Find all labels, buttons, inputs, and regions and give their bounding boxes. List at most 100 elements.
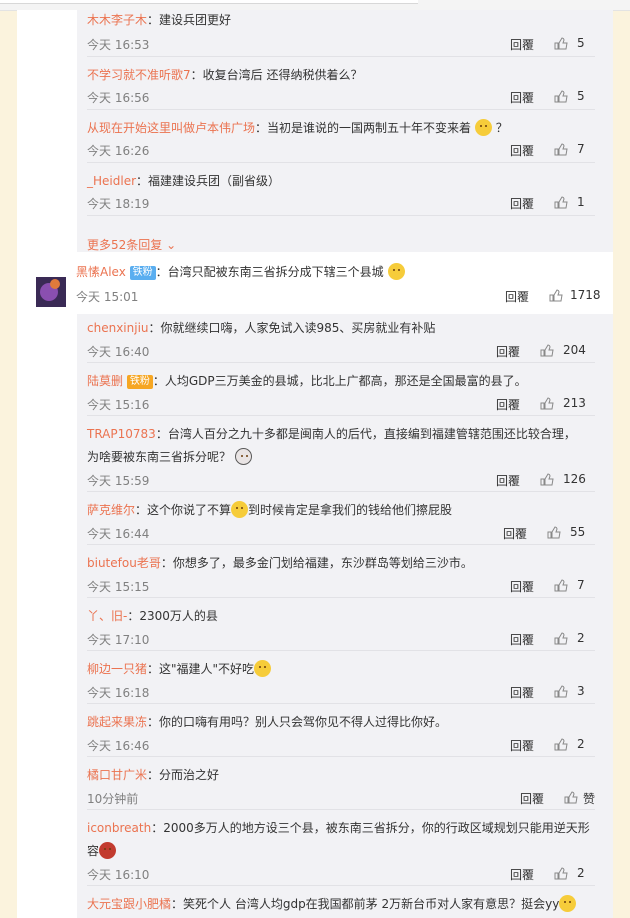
- reply-button[interactable]: 回覆: [510, 142, 534, 159]
- username-link[interactable]: chenxinjiu: [87, 321, 149, 335]
- chevron-down-icon: ⌄: [166, 238, 177, 252]
- thumbs-up-icon[interactable]: [540, 473, 554, 486]
- username-link[interactable]: 陆莫删: [87, 374, 123, 388]
- username-link[interactable]: 木木李子木: [87, 13, 147, 27]
- like-count: 7: [577, 142, 585, 156]
- thumbs-up-icon[interactable]: [554, 37, 568, 50]
- reply-button[interactable]: 回覆: [510, 89, 534, 106]
- avatar[interactable]: [36, 277, 66, 307]
- emoji-icon: [254, 660, 272, 677]
- thumbs-up-icon[interactable]: [564, 791, 578, 804]
- username-link[interactable]: 萨克维尔: [87, 503, 135, 517]
- timestamp: 10分钟前: [87, 792, 139, 806]
- timestamp: 今天 18:19: [87, 197, 150, 211]
- like-count: 7: [577, 578, 585, 592]
- thumbs-up-icon[interactable]: [554, 143, 568, 156]
- thumbs-up-icon[interactable]: [554, 196, 568, 209]
- username-link[interactable]: _Heidler: [87, 174, 136, 188]
- username-link[interactable]: 跳起来果冻: [87, 715, 147, 729]
- divider: [87, 703, 595, 704]
- reply-button[interactable]: 回覆: [496, 472, 520, 489]
- thumbs-up-icon[interactable]: [554, 867, 568, 880]
- username-link[interactable]: 橘口甘广米: [87, 768, 147, 782]
- username-link[interactable]: iconbreath: [87, 821, 151, 835]
- comment-text: ：你就继续口嗨，人家免试入读985、买房就业有补贴: [148, 321, 436, 335]
- thumbs-up-icon[interactable]: [554, 90, 568, 103]
- reply-button[interactable]: 回覆: [510, 866, 534, 883]
- comment-card: 木木李子木：建设兵团更好 今天 16:53 回覆 5 不学习就不准听歌7：收复台…: [17, 10, 613, 918]
- username-link[interactable]: 不学习就不准听歌7: [87, 68, 191, 82]
- thumbs-up-icon[interactable]: [540, 344, 554, 357]
- comment-text: ：这个你说了不算: [135, 503, 232, 517]
- reply-button[interactable]: 回覆: [520, 790, 544, 807]
- username-link[interactable]: 柳边一只猪: [87, 662, 147, 676]
- thumbs-up-icon[interactable]: [549, 289, 563, 302]
- reply-button[interactable]: 回覆: [510, 195, 534, 212]
- thumbs-up-icon[interactable]: [547, 526, 561, 539]
- reply-button[interactable]: 回覆: [510, 578, 534, 595]
- username-link[interactable]: 从现在开始这里叫做卢本伟广场: [87, 121, 255, 135]
- comment-text: ：当初是谁说的一国两制五十年不变来着: [255, 121, 472, 135]
- timestamp: 今天 16:46: [87, 739, 150, 753]
- divider: [87, 650, 595, 651]
- comment-text-line2: 为啥要被东南三省拆分呢？: [87, 450, 232, 464]
- tab-strip: [0, 0, 418, 4]
- timestamp: 今天 16:10: [87, 868, 150, 882]
- like-count: 5: [577, 89, 585, 103]
- username-link[interactable]: 黑愫Alex: [76, 265, 126, 279]
- divider: [87, 56, 595, 57]
- divider: [87, 162, 595, 163]
- thumbs-up-icon[interactable]: [540, 397, 554, 410]
- reply-button[interactable]: 回覆: [496, 343, 520, 360]
- reply-button[interactable]: 回覆: [505, 288, 529, 305]
- timestamp: 今天 16:56: [87, 91, 150, 105]
- thumbs-up-icon[interactable]: [554, 738, 568, 751]
- comment-text: ：2300万人的县: [127, 609, 218, 623]
- username-link[interactable]: 大元宝跟小肥橘: [87, 897, 171, 911]
- comment-text: ：台湾人百分之九十多都是闽南人的后代，直接编到福建管辖范围还比较合理，: [155, 427, 576, 441]
- like-count: 55: [570, 525, 586, 539]
- timestamp: 今天 16:44: [87, 527, 150, 541]
- divider: [87, 597, 595, 598]
- reply-button[interactable]: 回覆: [496, 396, 520, 413]
- reply-button[interactable]: 回覆: [510, 737, 534, 754]
- divider: [87, 491, 595, 492]
- timestamp: 今天 15:59: [87, 474, 150, 488]
- username-link[interactable]: TRAP10783: [87, 427, 156, 441]
- reply-button[interactable]: 回覆: [510, 36, 534, 53]
- emoji-icon: [474, 119, 492, 136]
- reply-button[interactable]: 回覆: [503, 525, 527, 542]
- like-label[interactable]: 赞: [583, 790, 595, 807]
- like-count: 5: [577, 36, 585, 50]
- comment-text: ：2000多万人的地方设三个县，被东南三省拆分，你的行政区域规划只能用逆天形: [151, 821, 590, 835]
- emoji-icon: [387, 263, 405, 280]
- reply-button[interactable]: 回覆: [510, 684, 534, 701]
- timestamp: 今天 17:10: [87, 633, 150, 647]
- divider: [87, 756, 595, 757]
- comment-text: ：人均GDP三万美金的县城，比北上广都高，那还是全国最富的县了。: [152, 374, 527, 388]
- fan-badge: 铁粉: [129, 266, 156, 280]
- like-count: 3: [577, 684, 585, 698]
- comment-text: ：分而治之好: [147, 768, 220, 782]
- comment-text: ：台湾只配被东南三省拆分成下辖三个县城: [155, 265, 384, 279]
- username-link[interactable]: 丫、旧-: [87, 609, 127, 623]
- reply-button[interactable]: 回覆: [510, 631, 534, 648]
- comment-text: ：笑死个人 台湾人均gdp在我国都前茅 2万新台币对人家有意思？挺会yy: [171, 897, 560, 911]
- comment-text-line2: 容: [87, 844, 100, 858]
- timestamp: 今天 16:53: [87, 38, 150, 52]
- username-link[interactable]: biutefou老哥: [87, 556, 161, 570]
- thumbs-up-icon[interactable]: [554, 579, 568, 592]
- timestamp: 今天 15:16: [87, 398, 150, 412]
- more-replies-label: 更多52条回复: [87, 238, 163, 252]
- like-count: 2: [577, 631, 585, 645]
- like-count: 213: [563, 396, 586, 410]
- thumbs-up-icon[interactable]: [554, 685, 568, 698]
- more-replies-link[interactable]: 更多52条回复 ⌄: [87, 236, 176, 253]
- comment-text: ：建设兵团更好: [147, 13, 232, 27]
- divider: [87, 415, 595, 416]
- thumbs-up-icon[interactable]: [554, 632, 568, 645]
- like-count: 2: [577, 737, 585, 751]
- divider: [87, 215, 595, 216]
- like-count: 1: [577, 195, 585, 209]
- timestamp: 今天 15:15: [87, 580, 150, 594]
